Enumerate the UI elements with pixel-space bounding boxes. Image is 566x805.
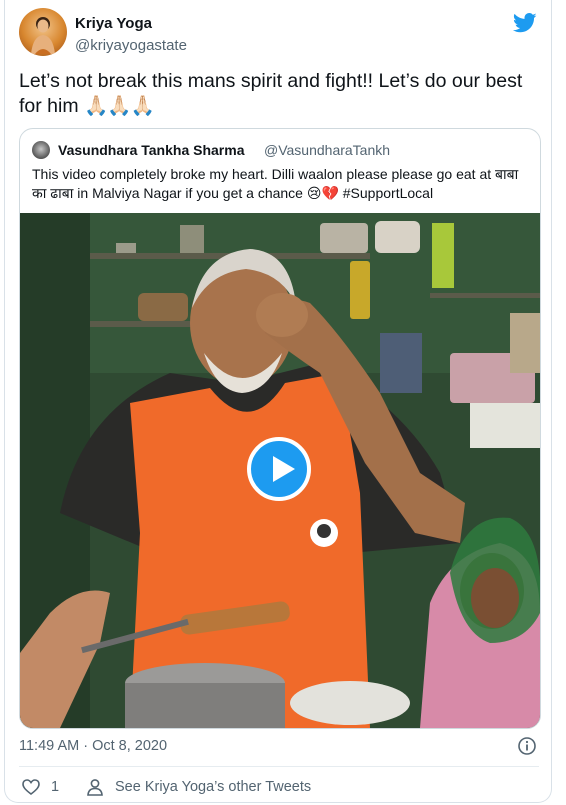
video-thumbnail[interactable] bbox=[20, 213, 540, 728]
see-other-tweets-link[interactable]: See Kriya Yoga’s other Tweets bbox=[115, 779, 311, 795]
quoted-author-name[interactable]: Vasundhara Tankha Sharma bbox=[58, 142, 244, 158]
folded-hands-emoji: 🙏🏻🙏🏻🙏🏻 bbox=[84, 95, 155, 117]
tweet-card: Kriya Yoga @kriyayogastate Let’s not bre… bbox=[4, 0, 552, 803]
heart-icon[interactable] bbox=[21, 777, 41, 797]
like-count[interactable]: 1 bbox=[51, 779, 59, 795]
play-icon[interactable] bbox=[247, 437, 311, 501]
info-icon[interactable] bbox=[517, 736, 537, 756]
author-handle[interactable]: @kriyayogastate bbox=[75, 37, 187, 54]
quoted-tweet[interactable]: Vasundhara Tankha Sharma @VasundharaTank… bbox=[19, 128, 541, 729]
tweet-text: Let’s not break this mans spirit and fig… bbox=[19, 69, 539, 119]
quoted-avatar[interactable] bbox=[32, 141, 50, 159]
quoted-author-handle[interactable]: @VasundharaTankh bbox=[264, 142, 390, 158]
divider bbox=[19, 766, 539, 767]
quoted-text: This video completely broke my heart. Di… bbox=[32, 166, 519, 201]
twitter-bird-icon[interactable] bbox=[513, 13, 537, 33]
tweet-timestamp[interactable]: 11:49 AM · Oct 8, 2020 bbox=[19, 738, 167, 754]
person-icon[interactable] bbox=[85, 777, 105, 797]
author-name[interactable]: Kriya Yoga bbox=[75, 15, 152, 32]
author-avatar[interactable] bbox=[19, 8, 67, 56]
